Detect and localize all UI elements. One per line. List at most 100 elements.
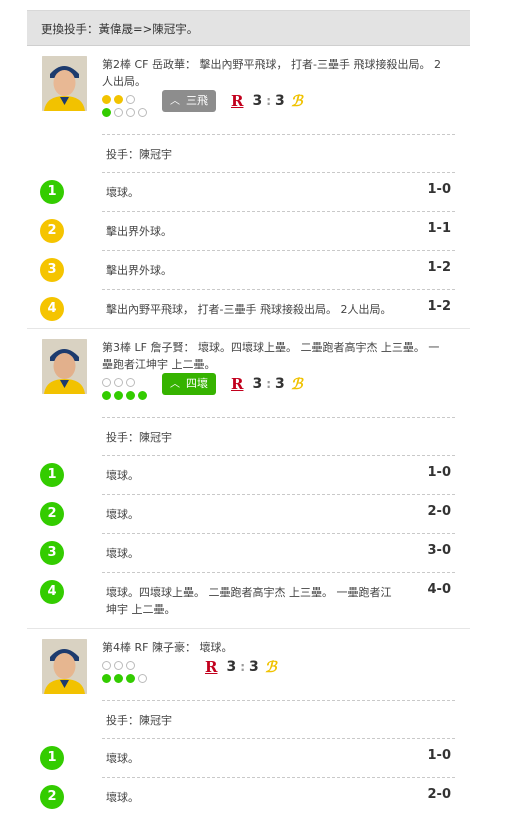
ball-dot-filled [102,674,111,683]
R-logo-icon: R [231,375,244,393]
pitch-description: 壞球。 [106,752,139,765]
outs-dots [102,659,162,672]
pitch-description: 壞球。 [106,791,139,804]
brothers-logo-icon: ℬ [290,375,303,393]
pitch-count: 3-0 [427,543,452,558]
out-dot-empty [102,378,111,387]
ball-dot-filled [114,674,123,683]
pitch-row: 1 壞球。 1-0 [40,739,455,778]
balls-dots [102,672,162,685]
pitch-description: 壞球。 [106,469,139,482]
pitch-row: 1 壞球。 1-0 [40,456,455,495]
out-dot-empty [114,661,123,670]
outs-dots [102,93,162,106]
pitch-count: 1-2 [427,299,452,314]
balls-dots [102,389,162,402]
play-item: 第3棒 LF 詹子賢： 壞球。四壞球上壘。 二壘跑者高宇杰 上三壘。 一壘跑者江… [27,329,470,629]
pitch-number-badge: 3 [40,541,64,565]
ball-dot-filled [114,391,123,400]
chevron-up-icon: ︿ [170,96,180,107]
pitch-count: 1-1 [427,221,452,236]
pitch-number-badge: 4 [40,580,64,604]
pitch-count: 1-0 [427,748,452,763]
result-toggle-button[interactable]: ︿ 三飛 [162,90,216,112]
out-dot-empty [126,378,135,387]
pitch-count: 1-0 [427,465,452,480]
pitch-row: 1 壞球。 1-0 [40,173,455,212]
pitch-description: 擊出界外球。 [106,225,172,238]
pitch-row: 2 壞球。 2-0 [40,778,455,816]
pitch-number-badge: 1 [40,746,64,770]
pitch-description: 壞球。四壞球上壘。 二壘跑者高宇杰 上三壘。 一壘跑者江坤宇 上二壘。 [106,586,392,616]
pitcher-label: 投手：陳冠宇 [102,134,455,173]
pitch-number-badge: 4 [40,297,64,321]
ball-dot-empty [138,108,147,117]
ball-dot-empty [138,674,147,683]
result-label: 四壞 [186,377,208,390]
R-logo-icon: R [205,658,218,676]
pitcher-label: 投手：陳冠宇 [102,700,455,739]
out-dot-empty [126,661,135,670]
pitch-count: 4-0 [427,582,452,597]
pitch-row: 2 壞球。 2-0 [40,495,455,534]
home-score: 3 [275,376,285,392]
pitch-count: 2-0 [427,504,452,519]
ball-dot-empty [126,108,135,117]
pitch-row: 4 壞球。四壞球上壘。 二壘跑者高宇杰 上三壘。 一壘跑者江坤宇 上二壘。 4-0 [40,573,455,628]
away-score: 3 [226,659,237,675]
R-logo-icon: R [231,92,244,110]
ball-dot-filled [138,391,147,400]
pitcher-label: 投手：陳冠宇 [102,417,455,456]
play-item: 第2棒 CF 岳政華： 擊出內野平飛球， 打者-三壘手 飛球接殺出局。 2人出局… [27,46,470,329]
pitch-row: 3 擊出界外球。 1-2 [40,251,455,290]
pitch-number-badge: 2 [40,502,64,526]
chevron-up-icon: ︿ [170,379,180,390]
pitching-change-header: 更換投手：黃偉晟=>陳冠宇。 [27,10,470,46]
away-score: 3 [252,93,263,109]
count-indicator [102,376,162,402]
pitch-count: 1-0 [427,182,452,197]
pitch-count: 2-0 [427,787,452,802]
pitch-description: 壞球。 [106,547,139,560]
ball-dot-empty [114,108,123,117]
pitch-description: 壞球。 [106,186,139,199]
pitch-number-badge: 2 [40,785,64,809]
out-dot-filled [102,95,111,104]
score-display: R 3 : 3 ℬ [205,658,277,676]
score-display: R 3 : 3 ℬ [231,375,303,393]
ball-dot-filled [102,108,111,117]
away-score: 3 [252,376,263,392]
pitch-description: 壞球。 [106,508,139,521]
home-score: 3 [275,93,285,109]
play-item: 第4棒 RF 陳子豪： 壞球。 R 3 : 3 ℬ 投手：陳冠宇 1 壞球。 1-0… [27,629,470,816]
brothers-logo-icon: ℬ [264,658,277,676]
out-dot-filled [114,95,123,104]
out-dot-empty [114,378,123,387]
outs-dots [102,376,162,389]
play-description: 第2棒 CF 岳政華： 擊出內野平飛球， 打者-三壘手 飛球接殺出局。 2人出局… [102,58,441,88]
play-by-play-panel: 更換投手：黃偉晟=>陳冠宇。 第2棒 CF 岳政華： 擊出內野平飛球， 打者-三… [27,10,470,816]
pitch-row: 3 壞球。 3-0 [40,534,455,573]
batter-avatar [42,639,87,694]
batter-avatar [42,56,87,111]
pitch-number-badge: 1 [40,463,64,487]
pitch-row: 2 擊出界外球。 1-1 [40,212,455,251]
play-description: 第3棒 LF 詹子賢： 壞球。四壞球上壘。 二壘跑者高宇杰 上三壘。 一壘跑者江… [102,341,440,371]
ball-dot-filled [126,391,135,400]
result-toggle-button[interactable]: ︿ 四壞 [162,373,216,395]
batter-avatar [42,339,87,394]
pitch-list: 1 壞球。 1-0 2 擊出界外球。 1-1 3 擊出界外球。 1-2 4 擊出內野平飛球， 打者-… [27,173,470,328]
ball-dot-filled [126,674,135,683]
ball-dot-filled [102,391,111,400]
out-dot-empty [102,661,111,670]
pitch-list: 1 壞球。 1-0 2 壞球。 2-0 [27,739,470,816]
play-description: 第4棒 RF 陳子豪： 壞球。 [102,641,233,654]
pitch-number-badge: 2 [40,219,64,243]
pitch-row: 4 擊出內野平飛球， 打者-三壘手 飛球接殺出局。 2人出局。 1-2 [40,290,455,328]
pitch-description: 擊出內野平飛球， 打者-三壘手 飛球接殺出局。 2人出局。 [106,303,392,316]
out-dot-empty [126,95,135,104]
result-label: 三飛 [186,94,208,107]
pitch-list: 1 壞球。 1-0 2 壞球。 2-0 3 壞球。 3-0 4 壞球。四壞球上壘。 二壘跑者高宇杰 … [27,456,470,628]
count-indicator [102,659,162,685]
pitch-number-badge: 1 [40,180,64,204]
